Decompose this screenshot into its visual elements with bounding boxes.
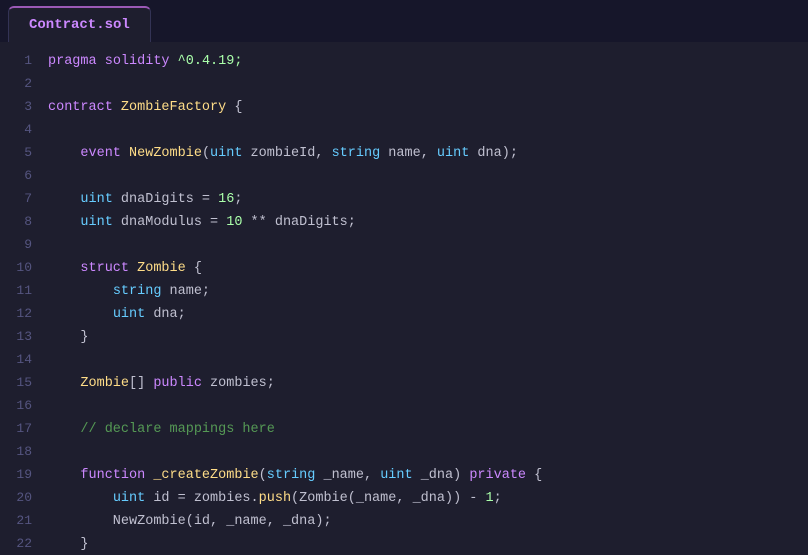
line-content [48,74,56,96]
line-number: 12 [0,303,48,325]
line-content: string name; [48,281,210,303]
line-content [48,166,56,188]
line-content: uint dna; [48,304,186,326]
code-line: 17 // declare mappings here [0,418,808,441]
line-content [48,442,56,464]
line-content: uint dnaDigits = 16; [48,189,242,211]
code-line: 21 NewZombie(id, _name, _dna); [0,510,808,533]
code-line: 19 function _createZombie(string _name, … [0,464,808,487]
line-number: 16 [0,395,48,417]
line-content [48,396,56,418]
line-number: 4 [0,119,48,141]
line-content: } [48,327,89,349]
line-number: 14 [0,349,48,371]
code-line: 7 uint dnaDigits = 16; [0,188,808,211]
editor-container: Contract.sol 1pragma solidity ^0.4.19;2 … [0,0,808,555]
line-content: NewZombie(id, _name, _dna); [48,511,332,533]
line-content [48,350,56,372]
line-content: Zombie[] public zombies; [48,373,275,395]
line-content: // declare mappings here [48,419,275,441]
code-line: 22 } [0,533,808,555]
line-number: 13 [0,326,48,348]
line-number: 10 [0,257,48,279]
line-number: 11 [0,280,48,302]
line-content: contract ZombieFactory { [48,97,242,119]
code-area[interactable]: 1pragma solidity ^0.4.19;2 3contract Zom… [0,42,808,555]
code-line: 10 struct Zombie { [0,257,808,280]
code-line: 14 [0,349,808,372]
line-number: 1 [0,50,48,72]
code-line: 1pragma solidity ^0.4.19; [0,50,808,73]
line-content [48,235,56,257]
line-content [48,120,56,142]
code-line: 6 [0,165,808,188]
line-number: 9 [0,234,48,256]
line-content: pragma solidity ^0.4.19; [48,51,242,73]
line-number: 20 [0,487,48,509]
line-number: 18 [0,441,48,463]
line-content: uint dnaModulus = 10 ** dnaDigits; [48,212,356,234]
line-number: 22 [0,533,48,555]
code-line: 13 } [0,326,808,349]
line-number: 2 [0,73,48,95]
code-line: 20 uint id = zombies.push(Zombie(_name, … [0,487,808,510]
line-number: 7 [0,188,48,210]
code-line: 3contract ZombieFactory { [0,96,808,119]
code-line: 2 [0,73,808,96]
line-content: uint id = zombies.push(Zombie(_name, _dn… [48,488,502,510]
line-number: 6 [0,165,48,187]
code-line: 9 [0,234,808,257]
code-line: 4 [0,119,808,142]
line-number: 3 [0,96,48,118]
tab-label: Contract.sol [29,17,130,33]
code-line: 16 [0,395,808,418]
code-line: 15 Zombie[] public zombies; [0,372,808,395]
line-content: function _createZombie(string _name, uin… [48,465,542,487]
line-number: 17 [0,418,48,440]
code-line: 18 [0,441,808,464]
line-number: 19 [0,464,48,486]
code-line: 11 string name; [0,280,808,303]
line-number: 8 [0,211,48,233]
code-line: 12 uint dna; [0,303,808,326]
line-number: 5 [0,142,48,164]
contract-tab[interactable]: Contract.sol [8,6,151,42]
line-content: } [48,534,89,555]
line-content: event NewZombie(uint zombieId, string na… [48,143,518,165]
tab-bar: Contract.sol [0,0,808,42]
code-line: 5 event NewZombie(uint zombieId, string … [0,142,808,165]
code-line: 8 uint dnaModulus = 10 ** dnaDigits; [0,211,808,234]
line-number: 21 [0,510,48,532]
line-content: struct Zombie { [48,258,202,280]
line-number: 15 [0,372,48,394]
